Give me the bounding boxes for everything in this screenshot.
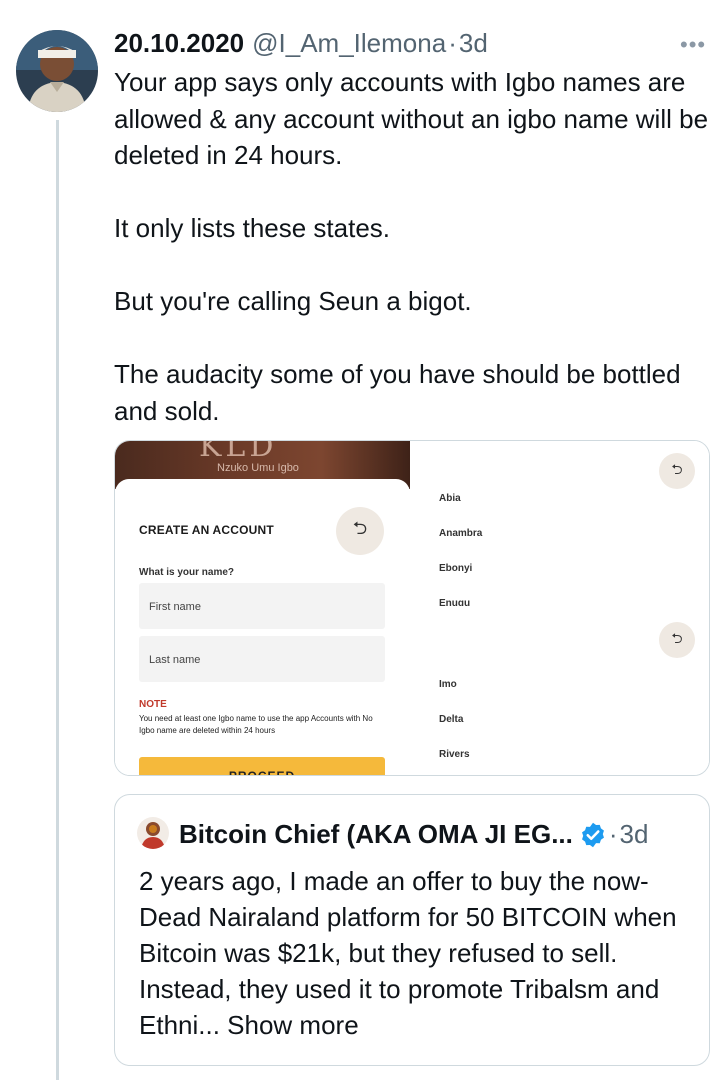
state-list-item[interactable]: Abia	[439, 493, 461, 504]
back-arrow-icon[interactable]: ⮌	[336, 507, 384, 555]
verified-badge-icon	[579, 821, 607, 849]
tweet-header: 20.10.2020 @I_Am_Ilemona · 3d	[114, 28, 488, 58]
meta-separator: ·	[608, 819, 618, 849]
note-title: NOTE	[139, 699, 167, 710]
state-list-item[interactable]: Enugu	[439, 598, 470, 606]
create-account-title: CREATE AN ACCOUNT	[139, 523, 274, 537]
meta-separator: ·	[448, 28, 457, 58]
proceed-button[interactable]: PROCEED	[139, 757, 385, 775]
author-avatar[interactable]	[16, 30, 98, 112]
app-logo: KLD	[199, 440, 278, 464]
tweet-paragraph: The audacity some of you have should be …	[114, 359, 681, 426]
quoted-timestamp[interactable]: 3d	[620, 819, 649, 850]
tweet-media-attachment[interactable]: KLD Nzuko Umu Igbo CREATE AN ACCOUNT ⮌ W…	[114, 440, 710, 776]
quoted-body-text: 2 years ago, I made an offer to buy the …	[139, 866, 677, 1040]
quoted-tweet-text: 2 years ago, I made an offer to buy the …	[139, 863, 699, 1043]
state-list-item[interactable]: Imo	[439, 679, 457, 690]
app-subtitle: Nzuko Umu Igbo	[217, 462, 299, 474]
note-text: You need at least one Igbo name to use t…	[139, 714, 373, 735]
thread-connector-line	[56, 120, 59, 1080]
author-display-name[interactable]: 20.10.2020	[114, 28, 244, 59]
state-list-item[interactable]: Rivers	[439, 749, 470, 760]
author-handle[interactable]: @I_Am_Ilemona	[252, 28, 446, 59]
quoted-author-name[interactable]: Bitcoin Chief (AKA OMA JI EG...	[179, 819, 573, 850]
show-more-link[interactable]: Show more	[227, 1010, 359, 1040]
tweet-timestamp[interactable]: 3d	[459, 28, 488, 59]
tweet-paragraph: Your app says only accounts with Igbo na…	[114, 67, 709, 170]
quoted-author-avatar[interactable]	[137, 817, 169, 849]
name-question-label: What is your name?	[139, 567, 235, 578]
state-list-item[interactable]: Anambra	[439, 528, 482, 539]
tweet-paragraph: But you're calling Seun a bigot.	[114, 286, 472, 316]
app-screenshot-create-account[interactable]: KLD Nzuko Umu Igbo CREATE AN ACCOUNT ⮌ W…	[115, 440, 410, 775]
state-list-item[interactable]: Ebonyi	[439, 563, 472, 574]
app-screenshot-state-list[interactable]: ⮌ Abia Anambra Ebonyi Enugu ⮌ Imo Delta …	[413, 441, 709, 775]
tweet-text: Your app says only accounts with Igbo na…	[114, 64, 714, 429]
tweet-paragraph: It only lists these states.	[114, 213, 391, 243]
quoted-tweet[interactable]: Bitcoin Chief (AKA OMA JI EG... · 3d 2 y…	[114, 794, 710, 1066]
back-arrow-icon[interactable]: ⮌	[659, 453, 695, 489]
quoted-tweet-header: Bitcoin Chief (AKA OMA JI EG... · 3d	[179, 819, 648, 850]
state-list-item[interactable]: Delta	[439, 714, 463, 725]
first-name-field[interactable]: First name	[139, 583, 385, 629]
back-arrow-icon[interactable]: ⮌	[659, 622, 695, 658]
last-name-field[interactable]: Last name	[139, 636, 385, 682]
more-horizontal-icon[interactable]: •••	[680, 32, 706, 58]
